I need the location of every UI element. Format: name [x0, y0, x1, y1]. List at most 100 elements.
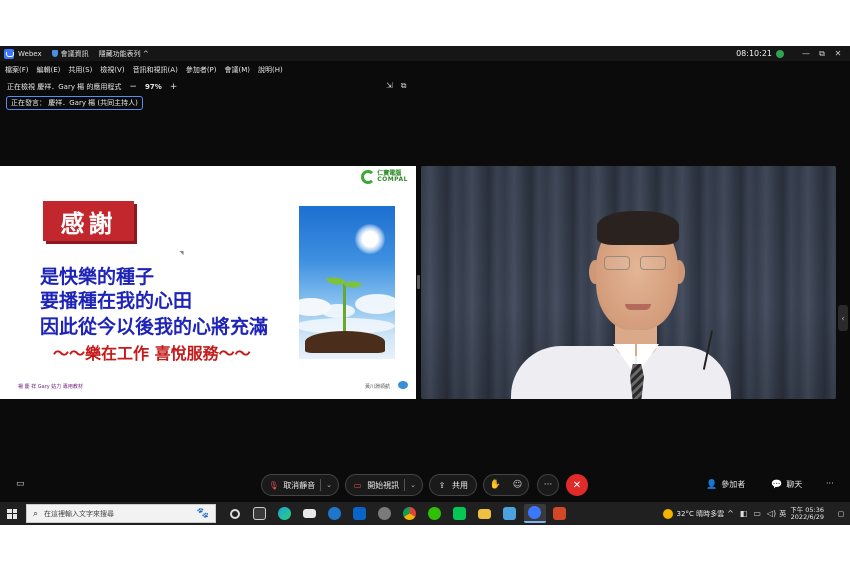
network-icon[interactable]: ▭ — [753, 509, 761, 518]
slide-line-4: ～～樂在工作 喜悅服務～～ — [53, 344, 251, 363]
mail-icon[interactable] — [299, 504, 321, 523]
footer-logo-icon — [398, 381, 408, 389]
menu-edit[interactable]: 編輯(E) — [37, 65, 61, 75]
sun-shape — [355, 224, 385, 254]
sprout-leaf — [343, 277, 363, 292]
view-options: ⇲ ⧉ — [386, 81, 414, 91]
mouse-cursor-icon — [179, 248, 186, 256]
participant-video[interactable] — [421, 166, 836, 399]
powerpoint-icon[interactable] — [549, 504, 571, 523]
participant-figure — [501, 196, 781, 399]
zoom-out-button[interactable]: − — [129, 82, 137, 92]
outlook-tray-icon[interactable]: ◧ — [740, 509, 748, 518]
participants-button[interactable]: 👤 參加者 — [706, 479, 745, 490]
webex-screen: Webex 會議資訊 隱藏功能表列 ^ 08:10:21 — ⧉ ✕ 檔案(F)… — [0, 46, 850, 525]
video-off-icon: ▭ — [353, 480, 362, 490]
zoom-level[interactable]: 97% — [145, 83, 162, 91]
windows-taskbar: ⌕ 在這裡輸入文字來搜尋 🐾 32°C 晴時多雲 ^ ◧ ▭ ◁) 英 下午 0… — [0, 502, 850, 525]
start-video-button[interactable]: ▭ 開始視訊 ⌄ — [345, 474, 423, 496]
compal-logo: 仁寶電腦 COMPAL — [361, 170, 408, 184]
people-icon: 👤 — [706, 479, 718, 490]
more-panel-button[interactable]: ··· — [826, 479, 834, 488]
menu-file[interactable]: 檔案(F) — [5, 65, 29, 75]
chat-label: 聊天 — [786, 480, 803, 489]
title-bar: Webex 會議資訊 隱藏功能表列 ^ 08:10:21 — ⧉ ✕ — [0, 46, 850, 61]
slide-line-2: 要播種在我的心田 — [40, 290, 193, 312]
taskbar-search-input[interactable]: ⌕ 在這裡輸入文字來搜尋 🐾 — [26, 504, 216, 523]
raise-hand-icon[interactable]: ✋ — [490, 480, 501, 490]
taskbar-date: 2022/6/29 — [790, 512, 824, 521]
annotate-icon[interactable]: ⇲ — [386, 81, 393, 91]
reaction-icon[interactable]: ☺ — [513, 480, 522, 490]
task-view-icon[interactable] — [249, 504, 271, 523]
outlook-icon[interactable] — [349, 504, 371, 523]
share-button[interactable]: ⇪ 共用 — [429, 474, 477, 496]
chat-icon: 💬 — [771, 479, 783, 490]
minimize-button[interactable]: — — [798, 49, 814, 58]
menu-share[interactable]: 共用(S) — [68, 65, 92, 75]
taskbar-clock[interactable]: 下午 05:36 2022/6/29 — [790, 506, 824, 521]
weather-text[interactable]: 32°C 晴時多雲 — [677, 509, 725, 519]
input-language[interactable]: 英 — [779, 509, 786, 519]
slide-line-1: 是快樂的種子 — [40, 266, 155, 288]
menu-view[interactable]: 檢視(V) — [100, 65, 124, 75]
menu-help[interactable]: 說明(H) — [258, 65, 283, 75]
settings-app-icon[interactable] — [499, 504, 521, 523]
more-options-button[interactable]: ··· — [537, 474, 559, 496]
app-icon[interactable] — [374, 504, 396, 523]
notification-icon[interactable]: ▢ — [832, 510, 850, 518]
search-icon: ⌕ — [33, 508, 39, 519]
chevron-down-icon: ⌄ — [410, 481, 416, 489]
hide-menu-button[interactable]: 隱藏功能表列 ^ — [99, 49, 149, 59]
compal-mark-icon — [361, 170, 376, 184]
chat-button[interactable]: 💬 聊天 — [771, 479, 802, 490]
menu-participants[interactable]: 參加者(P) — [186, 65, 217, 75]
speaker-label: 正在發言： 慶祥．Gary 楊 (共同主持人) — [11, 99, 138, 107]
viewing-row: 正在檢視 慶祥．Gary 楊 的應用程式 − 97% + — [7, 80, 185, 94]
cloud-shape — [321, 304, 355, 318]
mute-button[interactable]: 🎙 取消靜音 ⌄ — [261, 474, 339, 496]
shield-icon — [51, 50, 58, 57]
menu-audio-video[interactable]: 音訊和視訊(A) — [133, 65, 178, 75]
participants-label: 參加者 — [721, 480, 746, 489]
expand-panel-button[interactable]: ‹ — [838, 305, 848, 331]
share-label: 共用 — [452, 480, 468, 490]
weather-icon — [662, 508, 673, 519]
meeting-clock: 08:10:21 — [736, 49, 772, 58]
wechat-icon[interactable] — [424, 504, 446, 523]
windows-start-icon[interactable] — [0, 502, 24, 525]
restore-button[interactable]: ⧉ — [814, 49, 830, 59]
volume-icon[interactable]: ◁) — [767, 509, 776, 518]
end-call-icon[interactable]: ✕ — [566, 474, 588, 496]
line-icon[interactable] — [449, 504, 471, 523]
status-dot-icon — [776, 49, 784, 58]
captions-icon[interactable]: ▭ — [16, 479, 25, 489]
menu-meeting[interactable]: 會議(M) — [225, 65, 251, 75]
panel-resize-handle[interactable] — [417, 275, 420, 289]
edge-icon[interactable] — [274, 504, 296, 523]
webex-taskbar-icon[interactable] — [523, 504, 546, 523]
thanks-text: 感謝 — [60, 209, 117, 238]
search-highlight-icon: 🐾 — [196, 508, 209, 519]
mute-label: 取消靜音 — [283, 480, 316, 490]
ie-icon[interactable] — [324, 504, 346, 523]
fullscreen-icon[interactable]: ⧉ — [401, 81, 407, 91]
system-tray: 32°C 晴時多雲 ^ ◧ ▭ ◁) 英 下午 05:36 2022/6/29 … — [662, 502, 850, 525]
meeting-info-button[interactable]: 會議資訊 — [51, 49, 89, 59]
chrome-icon[interactable] — [399, 504, 421, 523]
active-speaker-badge: 正在發言： 慶祥．Gary 楊 (共同主持人) — [6, 96, 143, 110]
explorer-icon[interactable] — [474, 504, 496, 523]
search-placeholder: 在這裡輸入文字來搜尋 — [44, 509, 115, 518]
app-name: Webex — [18, 49, 42, 58]
slide-line-3: 因此從今以後我的心將充滿 — [40, 316, 269, 338]
reactions-group[interactable]: ✋ ☺ — [483, 474, 529, 496]
slide-footer-right: 黃川淵領航 — [364, 384, 390, 390]
cortana-icon[interactable] — [224, 504, 246, 523]
pinned-apps — [222, 504, 572, 523]
menu-bar: 檔案(F) 編輯(E) 共用(S) 檢視(V) 音訊和視訊(A) 參加者(P) … — [0, 63, 291, 77]
chevron-down-icon: ⌄ — [326, 481, 332, 489]
tray-chevron-icon[interactable]: ^ — [727, 509, 734, 518]
video-label: 開始視訊 — [367, 480, 400, 490]
zoom-in-button[interactable]: + — [170, 82, 178, 92]
close-button[interactable]: ✕ — [830, 49, 846, 58]
